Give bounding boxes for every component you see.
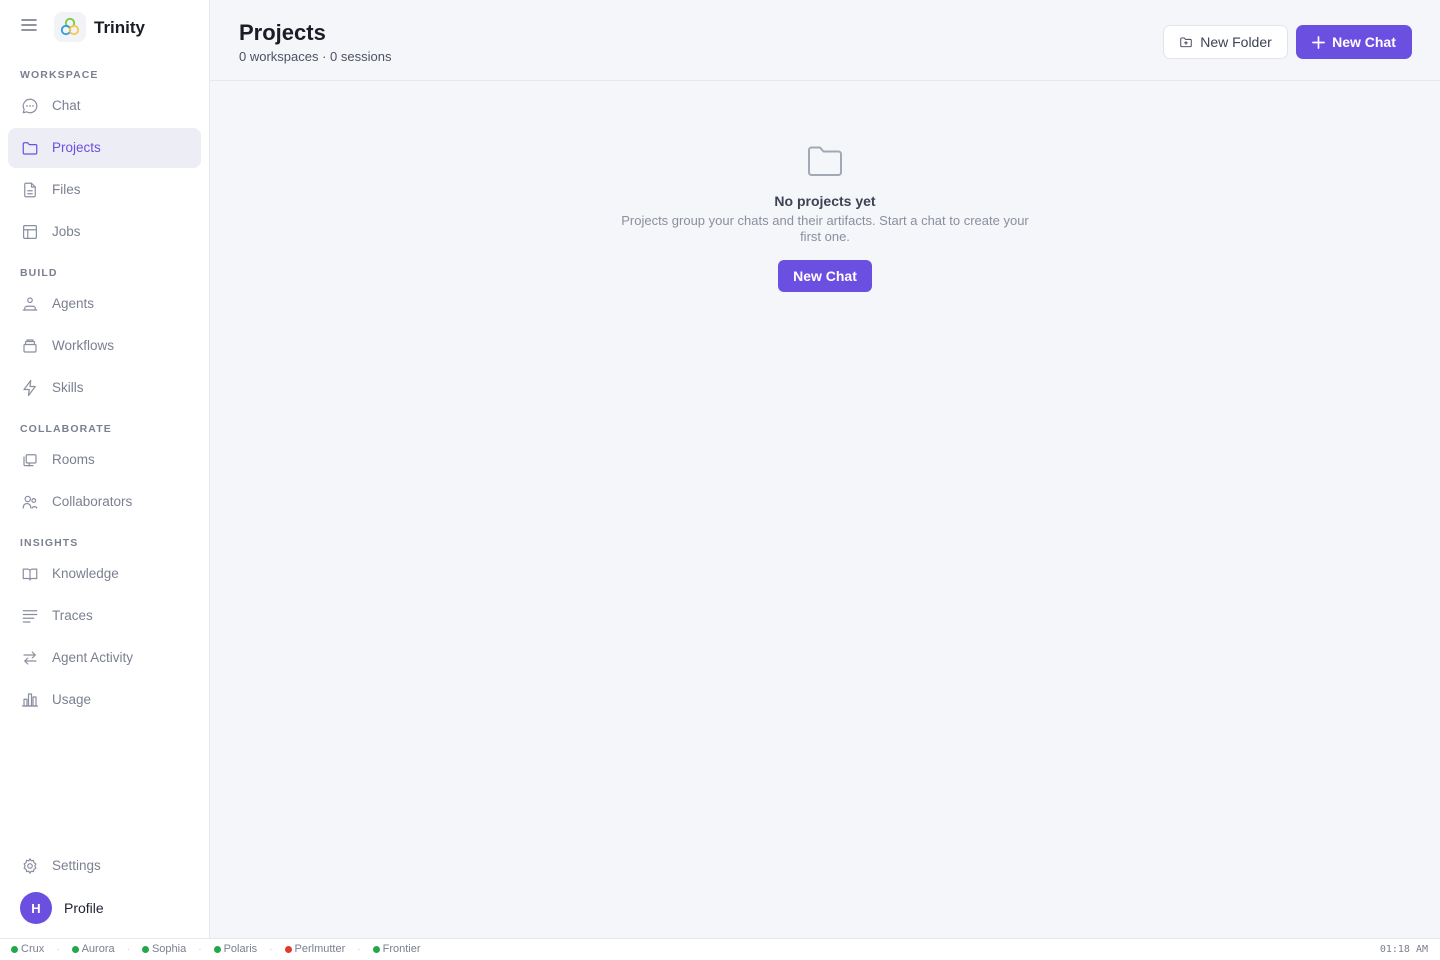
sidebar-item-chat[interactable]: Chat xyxy=(8,86,201,126)
agents-icon xyxy=(20,294,40,314)
new-chat-label: New Chat xyxy=(1332,34,1396,50)
layers-icon xyxy=(20,336,40,356)
folder-icon xyxy=(807,145,843,177)
sidebar-item-label: Agent Activity xyxy=(52,650,134,665)
new-chat-button[interactable]: New Chat xyxy=(1296,25,1412,59)
app-root: Trinity WORKSPACE Chat Projects Files Jo… xyxy=(0,0,1440,960)
agent-name: Crux xyxy=(21,943,45,955)
hamburger-icon xyxy=(21,18,37,37)
sidebar-item-label: Collaborators xyxy=(52,494,133,509)
sidebar-item-traces[interactable]: Traces xyxy=(8,596,201,636)
agent-status-item[interactable]: Aurora xyxy=(71,943,115,955)
sidebar-item-label: Chat xyxy=(52,98,81,113)
sidebar-item-jobs[interactable]: Jobs xyxy=(8,212,201,252)
sidebar-item-label: Skills xyxy=(52,380,84,395)
sidebar-item-files[interactable]: Files xyxy=(8,170,201,210)
users-icon xyxy=(20,492,40,512)
rooms-icon xyxy=(20,450,40,470)
sidebar-item-usage[interactable]: Usage xyxy=(8,680,201,720)
status-dot-icon xyxy=(141,945,149,953)
main-content: Projects 0 workspaces · 0 sessions New F… xyxy=(210,0,1440,938)
sidebar-item-label: Knowledge xyxy=(52,566,119,581)
sidebar-item-agent-activity[interactable]: Agent Activity xyxy=(8,638,201,678)
sidebar-item-label: Agents xyxy=(52,296,95,311)
chat-bubble-icon xyxy=(20,96,40,116)
new-folder-button[interactable]: New Folder xyxy=(1163,25,1288,59)
profile-label: Profile xyxy=(64,900,104,916)
lightning-icon xyxy=(20,378,40,398)
section-collaborate: COLLABORATE xyxy=(20,423,112,435)
lines-icon xyxy=(20,606,40,626)
plus-icon xyxy=(1312,35,1326,49)
agent-status-item[interactable]: Polaris xyxy=(213,943,258,955)
app-name: Trinity xyxy=(94,18,146,37)
status-dot-icon xyxy=(284,945,292,953)
separator: · xyxy=(126,943,130,955)
sidebar-item-label: Usage xyxy=(52,692,92,707)
sidebar: Trinity WORKSPACE Chat Projects Files Jo… xyxy=(0,0,210,938)
agent-name: Frontier xyxy=(382,943,421,955)
separator: · xyxy=(357,943,361,955)
brand-header: Trinity xyxy=(0,0,210,54)
agent-status-item[interactable]: Frontier xyxy=(372,943,421,955)
profile-button[interactable]: H Profile xyxy=(20,892,200,924)
bar-chart-icon xyxy=(20,690,40,710)
agent-name: Sophia xyxy=(151,943,187,955)
sidebar-item-projects[interactable]: Projects xyxy=(8,128,201,168)
sidebar-item-skills[interactable]: Skills xyxy=(8,368,201,408)
sidebar-item-label: Settings xyxy=(52,858,101,873)
separator: · xyxy=(56,943,60,955)
sidebar-item-rooms[interactable]: Rooms xyxy=(8,440,201,480)
separator: · xyxy=(269,943,273,955)
agent-status-list: Crux · Aurora · Sophia · Polaris · Perlmutter · Fr… xyxy=(11,943,421,955)
agent-name: Aurora xyxy=(81,943,115,955)
page-subtitle: 0 workspaces · 0 sessions xyxy=(239,49,392,64)
folder-icon xyxy=(20,138,40,158)
logo xyxy=(54,12,86,42)
new-folder-label: New Folder xyxy=(1200,34,1272,50)
sidebar-item-agents[interactable]: Agents xyxy=(8,284,201,324)
folder-plus-icon xyxy=(1179,35,1193,49)
sidebar-item-label: Files xyxy=(52,182,81,197)
clock: 01:18 AM xyxy=(1379,944,1428,955)
file-icon xyxy=(20,180,40,200)
status-dot-icon xyxy=(71,945,79,953)
empty-new-chat-button[interactable]: New Chat xyxy=(778,260,872,292)
agent-name: Perlmutter xyxy=(294,943,346,955)
agent-status-item[interactable]: Perlmutter xyxy=(284,943,346,955)
menu-toggle-button[interactable] xyxy=(19,17,39,37)
status-bar: Crux · Aurora · Sophia · Polaris · Perlmutter · Fr… xyxy=(0,938,1440,960)
agent-status-item[interactable]: Sophia xyxy=(141,943,187,955)
sidebar-item-settings[interactable]: Settings xyxy=(8,846,201,886)
status-dot-icon xyxy=(11,945,18,953)
book-icon xyxy=(20,564,40,584)
empty-state: No projects yet Projects group your chat… xyxy=(615,140,1035,292)
status-dot-icon xyxy=(372,945,380,953)
sidebar-item-workflows[interactable]: Workflows xyxy=(8,326,201,366)
avatar: H xyxy=(20,892,52,924)
sidebar-item-label: Jobs xyxy=(52,224,81,239)
section-workspace: WORKSPACE xyxy=(20,69,99,81)
table-icon xyxy=(20,222,40,242)
arrows-icon xyxy=(20,648,40,668)
section-insights: INSIGHTS xyxy=(20,537,79,549)
status-dot-icon xyxy=(213,945,221,953)
page-title: Projects xyxy=(239,20,326,45)
empty-state-description: Projects group your chats and their arti… xyxy=(621,213,1029,244)
sidebar-item-label: Workflows xyxy=(52,338,115,353)
page-header: Projects 0 workspaces · 0 sessions New F… xyxy=(210,0,1440,81)
gear-icon xyxy=(20,856,40,876)
sidebar-item-collaborators[interactable]: Collaborators xyxy=(8,482,201,522)
agent-name: Polaris xyxy=(223,943,258,955)
separator: · xyxy=(198,943,202,955)
sidebar-item-knowledge[interactable]: Knowledge xyxy=(8,554,201,594)
section-build: BUILD xyxy=(20,267,58,279)
sidebar-item-label: Traces xyxy=(52,608,93,623)
sidebar-item-label: Rooms xyxy=(52,452,95,467)
empty-state-title: No projects yet xyxy=(774,193,876,209)
agent-status-item[interactable]: Crux xyxy=(11,943,44,955)
sidebar-item-label: Projects xyxy=(52,140,101,155)
